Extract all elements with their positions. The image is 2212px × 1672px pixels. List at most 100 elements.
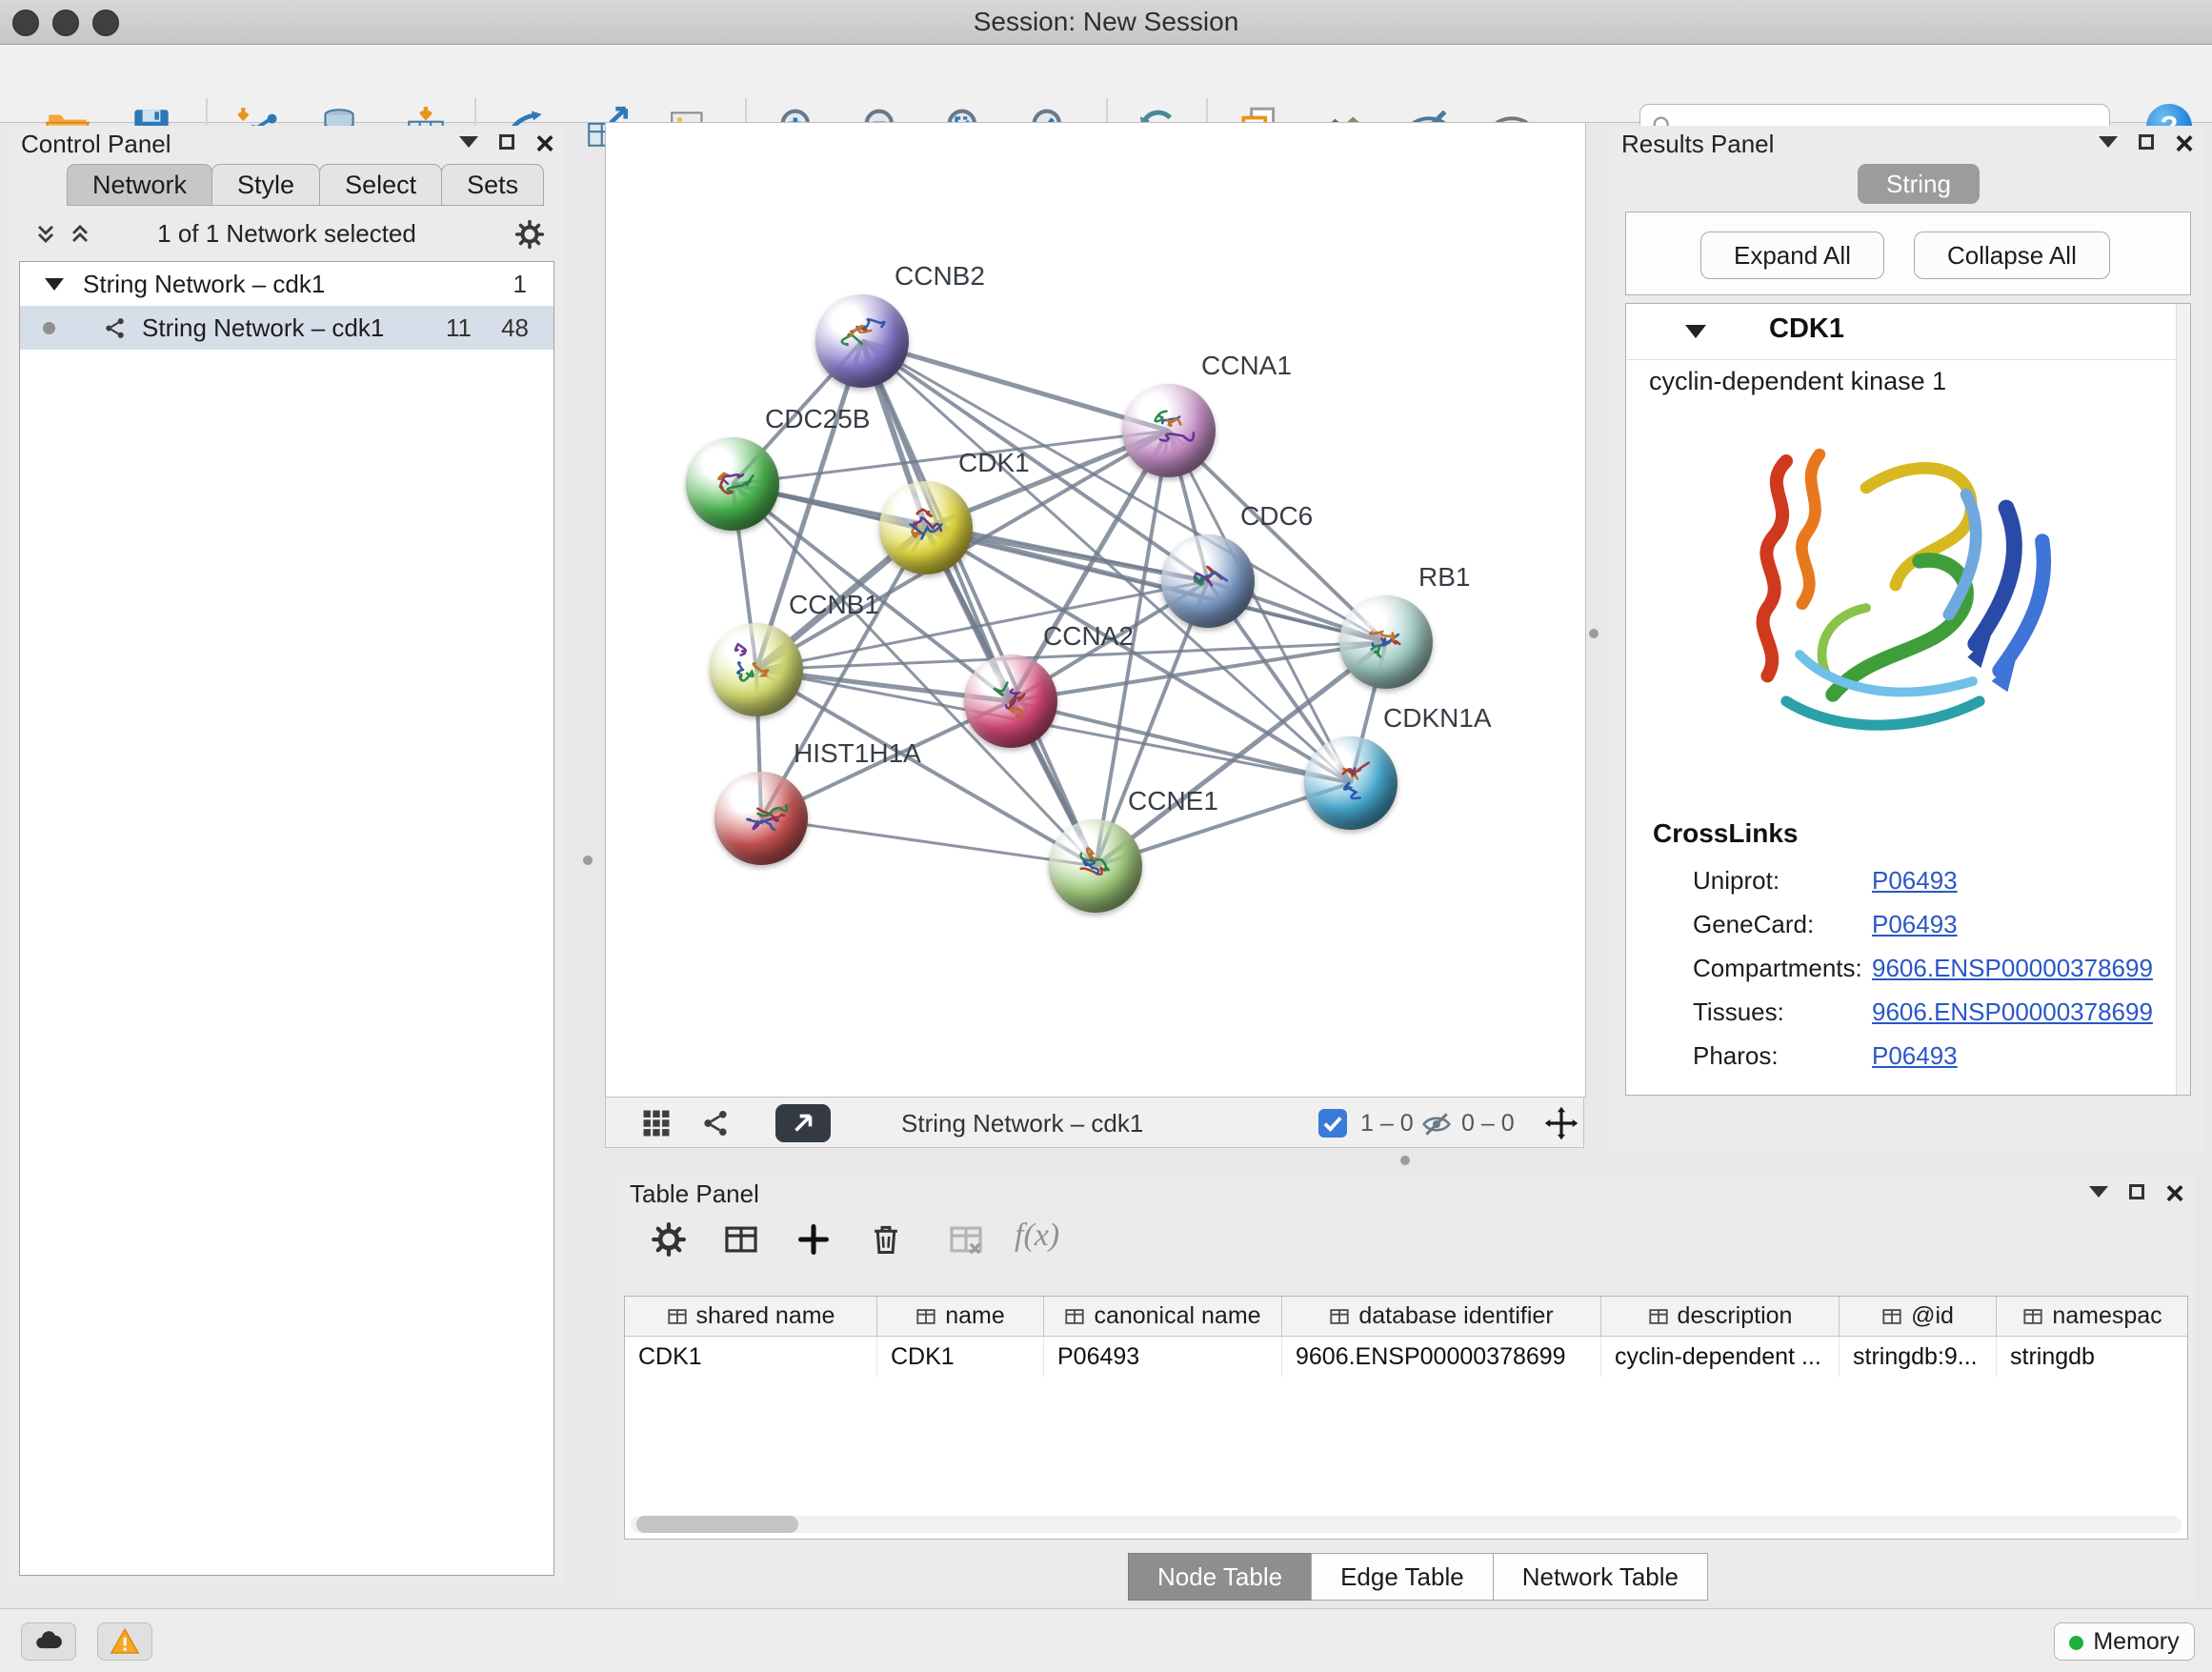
column-header-namespac[interactable]: namespac <box>1997 1297 2188 1337</box>
column-header-icon <box>1329 1306 1350 1327</box>
protein-structure-thumbnail <box>729 642 784 697</box>
right-splitter-handle[interactable] <box>1589 629 1599 638</box>
table-tabs: Node TableEdge TableNetwork Table <box>1129 1553 1708 1601</box>
table-row[interactable]: CDK1CDK1P064939606.ENSP00000378699cyclin… <box>625 1337 2187 1377</box>
show-columns-icon[interactable] <box>723 1221 759 1258</box>
memory-button[interactable]: Memory <box>2054 1622 2195 1661</box>
table-cell[interactable]: CDK1 <box>625 1337 877 1377</box>
node-label-CDKN1A: CDKN1A <box>1383 703 1492 734</box>
status-bar: Memory <box>0 1608 2212 1672</box>
column-header-label: namespac <box>2052 1302 2162 1330</box>
table-cell[interactable]: stringdb <box>1997 1337 2188 1377</box>
crosslink-label: GeneCard: <box>1693 910 1872 939</box>
table-cell[interactable]: P06493 <box>1044 1337 1282 1377</box>
panel-collapse-icon[interactable] <box>459 135 478 152</box>
protein-structure-thumbnail <box>835 313 890 369</box>
crosslink-label: Pharos: <box>1693 1041 1872 1071</box>
tab-network-table[interactable]: Network Table <box>1493 1553 1708 1601</box>
tab-edge-table[interactable]: Edge Table <box>1311 1553 1494 1601</box>
protein-structure-thumbnail <box>898 500 954 555</box>
panel-close-icon[interactable]: × <box>535 131 554 156</box>
edge-count: 48 <box>501 306 529 350</box>
tab-sets[interactable]: Sets <box>441 164 544 206</box>
panel-float-icon[interactable] <box>499 134 514 154</box>
network-node-CCNA2[interactable] <box>964 655 1057 748</box>
crosslink-label: Uniprot: <box>1693 866 1872 896</box>
crosslink-compartments-link[interactable]: 9606.ENSP00000378699 <box>1872 954 2153 983</box>
panel-collapse-icon[interactable] <box>2089 1185 2108 1202</box>
network-node-CDK1[interactable] <box>879 481 973 574</box>
network-collection-row[interactable]: String Network – cdk1 1 <box>20 262 553 306</box>
tab-network[interactable]: Network <box>67 164 212 206</box>
detach-view-button[interactable] <box>775 1104 831 1142</box>
network-node-CCNB2[interactable] <box>815 294 909 388</box>
network-node-HIST1H1A[interactable] <box>714 772 808 865</box>
network-canvas[interactable]: CCNB2CCNA1CDC25BCDK1CDC6RB1CCNB1CCNA2CDK… <box>605 122 1586 1098</box>
panel-collapse-icon[interactable] <box>2099 135 2118 152</box>
add-column-icon[interactable] <box>795 1221 832 1258</box>
delete-column-trash-icon[interactable] <box>868 1221 904 1258</box>
crosslinks-title: CrossLinks <box>1653 818 1799 849</box>
node-label-CCNA2: CCNA2 <box>1043 621 1134 652</box>
column-header-canonical-name[interactable]: canonical name <box>1044 1297 1282 1337</box>
tab-string[interactable]: String <box>1858 164 1980 204</box>
tab-select[interactable]: Select <box>319 164 442 206</box>
tab-node-table[interactable]: Node Table <box>1128 1553 1312 1601</box>
disclosure-triangle-icon[interactable] <box>45 278 64 291</box>
warnings-button[interactable] <box>97 1622 152 1661</box>
collapse-all-button[interactable]: Collapse All <box>1914 232 2110 279</box>
panel-close-icon[interactable]: × <box>2175 131 2194 156</box>
network-node-CDC6[interactable] <box>1161 534 1255 628</box>
tab-style[interactable]: Style <box>211 164 320 206</box>
network-node-CCNA1[interactable] <box>1122 384 1216 477</box>
network-node-CCNE1[interactable] <box>1049 819 1142 913</box>
network-node-CDC25B[interactable] <box>686 437 779 531</box>
gear-icon[interactable] <box>514 219 545 250</box>
warning-icon <box>109 1625 141 1658</box>
network-node-CDKN1A[interactable] <box>1304 736 1398 830</box>
column-header-shared-name[interactable]: shared name <box>625 1297 877 1337</box>
column-header-description[interactable]: description <box>1601 1297 1840 1337</box>
disclosure-triangle-icon[interactable] <box>1685 325 1706 338</box>
network-view-icon[interactable] <box>699 1107 732 1139</box>
panel-close-icon[interactable]: × <box>2165 1181 2184 1206</box>
results-buttons-box: Expand All Collapse All <box>1625 212 2191 295</box>
table-horizontal-scrollbar[interactable] <box>631 1516 2182 1533</box>
selected-checkbox-icon[interactable] <box>1318 1109 1347 1138</box>
table-settings-gear-icon[interactable] <box>651 1221 687 1258</box>
scrollbar-thumb[interactable] <box>636 1516 798 1533</box>
network-tree: String Network – cdk1 1 String Network –… <box>19 261 554 1576</box>
horizontal-splitter-handle[interactable] <box>1400 1156 1410 1165</box>
column-header-name[interactable]: name <box>877 1297 1044 1337</box>
results-scrollbar[interactable] <box>2176 304 2190 1095</box>
node-label-CCNA1: CCNA1 <box>1201 351 1292 381</box>
hidden-eye-slash-icon[interactable] <box>1421 1109 1452 1139</box>
cloud-status-button[interactable] <box>21 1622 76 1661</box>
panel-float-icon[interactable] <box>2139 134 2154 154</box>
column-header-id[interactable]: @id <box>1840 1297 1997 1337</box>
left-splitter-handle[interactable] <box>583 856 593 865</box>
network-row[interactable]: String Network – cdk1 11 48 <box>20 306 553 350</box>
memory-status-dot <box>2069 1636 2083 1650</box>
protein-section-header[interactable]: CDK1 <box>1626 304 2190 360</box>
crosslinks-list: Uniprot:P06493GeneCard:P06493Compartment… <box>1693 858 2169 1078</box>
network-node-CCNB1[interactable] <box>710 623 803 716</box>
crosslink-uniprot-link[interactable]: P06493 <box>1872 866 1958 896</box>
birdseye-navigator-icon[interactable] <box>1544 1106 1579 1140</box>
table-cell[interactable]: cyclin-dependent ... <box>1601 1337 1840 1377</box>
crosslink-tissues-link[interactable]: 9606.ENSP00000378699 <box>1872 997 2153 1027</box>
column-header-label: description <box>1678 1302 1793 1330</box>
function-builder-icon[interactable]: f(x) <box>1015 1218 1059 1254</box>
crosslink-genecard-link[interactable]: P06493 <box>1872 910 1958 939</box>
network-node-RB1[interactable] <box>1339 595 1433 689</box>
column-header-database-identifier[interactable]: database identifier <box>1282 1297 1601 1337</box>
table-cell[interactable]: CDK1 <box>877 1337 1044 1377</box>
table-cell[interactable]: 9606.ENSP00000378699 <box>1282 1337 1601 1377</box>
grid-view-icon[interactable] <box>640 1107 673 1139</box>
column-header-icon <box>915 1306 936 1327</box>
table-cell[interactable]: stringdb:9... <box>1840 1337 1997 1377</box>
panel-float-icon[interactable] <box>2129 1184 2144 1204</box>
crosslink-pharos-link[interactable]: P06493 <box>1872 1041 1958 1071</box>
node-label-CCNB1: CCNB1 <box>789 590 879 620</box>
expand-all-button[interactable]: Expand All <box>1700 232 1884 279</box>
